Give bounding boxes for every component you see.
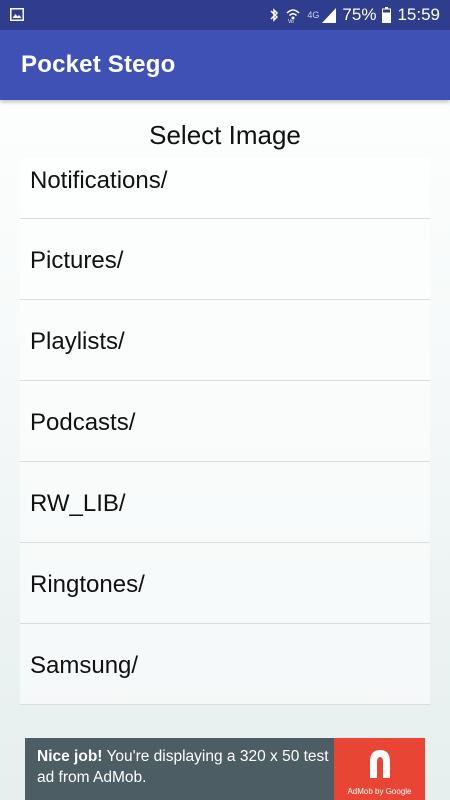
clock: 15:59 (397, 5, 440, 24)
list-item-label: Playlists/ (30, 328, 125, 355)
list-item[interactable]: Ringtones/ (20, 543, 430, 624)
admob-logo[interactable]: AdMob by Google (334, 738, 425, 800)
folder-list: Notifications/ Pictures/ Playlists/ Podc… (20, 158, 430, 708)
list-item-label: Podcasts/ (30, 409, 136, 436)
svg-text:Vo: Vo (288, 19, 294, 23)
list-item[interactable]: Playlists/ (20, 300, 430, 381)
image-notification-icon (10, 8, 24, 21)
network-label: 4G (307, 10, 320, 20)
list-item-label: Samsung/ (30, 652, 139, 679)
bluetooth-icon (269, 7, 279, 23)
list-item[interactable]: RW_LIB/ (20, 462, 430, 543)
list-item-label: Pictures/ (30, 247, 124, 274)
signal-icon (322, 7, 337, 23)
app-bar: Pocket Stego (0, 30, 450, 100)
list-item[interactable]: Samsung/ (20, 624, 430, 705)
list-item-label: Notifications/ (30, 167, 168, 194)
list-item[interactable]: Notifications/ (20, 158, 430, 219)
battery-percent: 75% (342, 5, 377, 24)
admob-icon (362, 746, 398, 787)
list-item-label: RW_LIB/ (30, 490, 126, 517)
list-item[interactable]: Pictures/ (20, 219, 430, 300)
status-bar: Vo 4G 75% 15:59 (0, 0, 450, 30)
list-item-label: Ringtones/ (30, 571, 145, 598)
list-item[interactable]: Podcasts/ (20, 381, 430, 462)
status-icons: Vo 4G 75% 15:59 (269, 0, 440, 30)
app-title: Pocket Stego (21, 51, 176, 78)
ad-bold-text: Nice job! (37, 748, 103, 765)
ad-text: Nice job! You're displaying a 320 x 50 t… (37, 746, 337, 788)
battery-icon (382, 7, 392, 23)
admob-caption: AdMob by Google (347, 787, 412, 796)
ad-banner[interactable]: Nice job! You're displaying a 320 x 50 t… (25, 738, 425, 800)
page-title: Select Image (149, 120, 301, 150)
wifi-calling-icon: Vo (285, 7, 301, 23)
